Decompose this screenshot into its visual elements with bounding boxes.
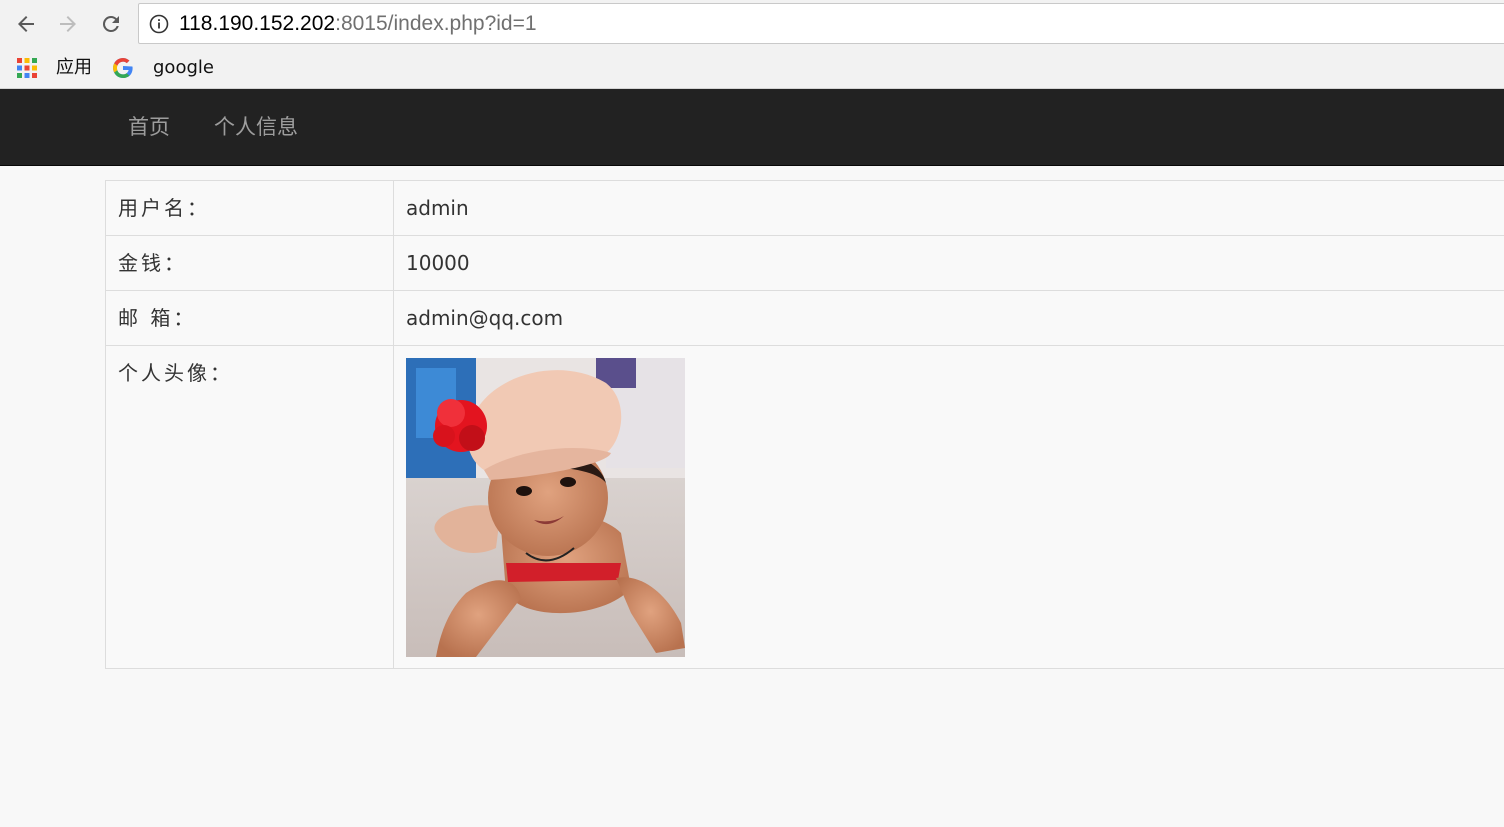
bookmark-google[interactable]: google <box>153 48 214 88</box>
site-navbar: 首页 个人信息 <box>0 89 1504 166</box>
google-g-icon[interactable] <box>112 57 134 79</box>
username-value: admin <box>393 180 1504 236</box>
avatar-image <box>406 358 685 657</box>
url-host: 118.190.152.202 <box>179 12 336 35</box>
info-icon[interactable] <box>149 14 169 34</box>
nav-link-profile[interactable]: 个人信息 <box>214 89 298 165</box>
avatar-label: 个人头像： <box>105 345 394 669</box>
nav-link-home[interactable]: 首页 <box>128 89 170 165</box>
table-row: 邮 箱： admin@qq.com <box>105 290 1504 346</box>
back-button[interactable] <box>9 7 43 41</box>
forward-arrow-icon <box>60 16 76 32</box>
forward-button[interactable] <box>51 7 85 41</box>
url-path: :8015/index.php?id=1 <box>335 12 537 35</box>
apps-grid-icon[interactable] <box>17 58 37 78</box>
money-label: 金钱： <box>105 235 394 291</box>
address-bar[interactable]: 118.190.152.202:8015/index.php?id=1 <box>138 3 1504 44</box>
table-row: 用户名： admin <box>105 180 1504 236</box>
reload-icon <box>102 15 119 32</box>
bookmarks-bar: 应用 google <box>0 48 1504 89</box>
avatar-cell <box>393 345 1504 669</box>
url-text[interactable]: 118.190.152.202:8015/index.php?id=1 <box>179 4 537 43</box>
bookmark-apps[interactable]: 应用 <box>56 48 92 88</box>
email-label: 邮 箱： <box>105 290 394 346</box>
reload-button[interactable] <box>94 7 128 41</box>
email-value: admin@qq.com <box>393 290 1504 346</box>
table-row: 个人头像： <box>105 345 1504 669</box>
username-label: 用户名： <box>105 180 394 236</box>
browser-toolbar: 118.190.152.202:8015/index.php?id=1 <box>0 0 1504 48</box>
money-value: 10000 <box>393 235 1504 291</box>
back-arrow-icon <box>18 16 34 32</box>
profile-table: 用户名： admin 金钱： 10000 邮 箱： admin@qq.com 个… <box>105 180 1504 669</box>
table-row: 金钱： 10000 <box>105 235 1504 291</box>
